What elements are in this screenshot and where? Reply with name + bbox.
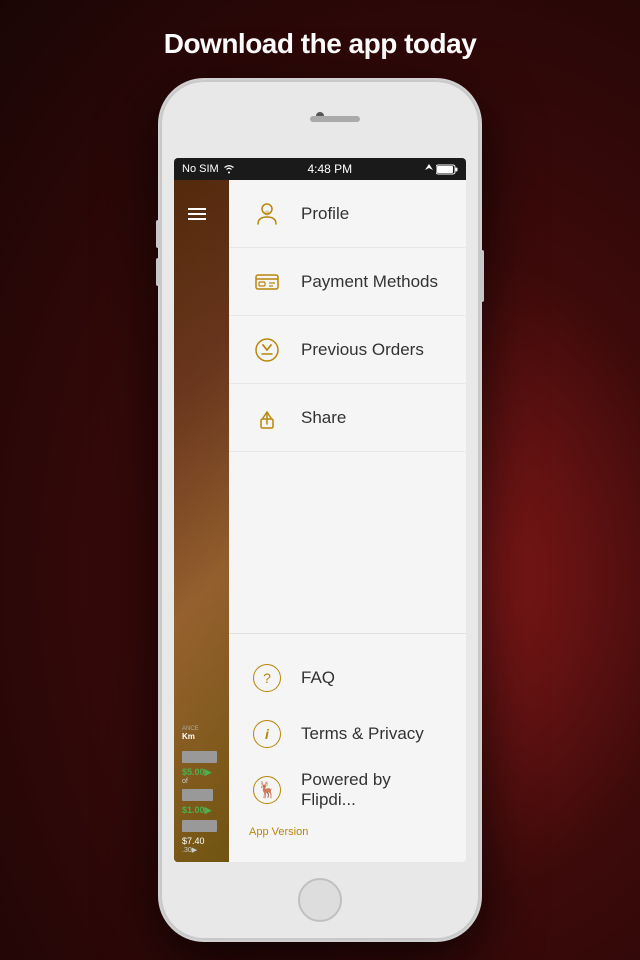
menu-item-powered[interactable]: 🦌 Powered by Flipdi... [229, 762, 466, 818]
left-sidebar: ANCE Km $5.00▶ of $1.00▶ $7.40 .30▶ [174, 180, 229, 862]
location-icon [425, 164, 433, 174]
price-2: $1.00▶ [182, 805, 221, 816]
status-left: No SIM [182, 163, 235, 175]
sidebar-bar-3 [182, 820, 217, 832]
price-3: $7.40 [182, 836, 221, 846]
orders-label: Previous Orders [301, 340, 424, 360]
status-right [425, 164, 458, 175]
terms-label: Terms & Privacy [301, 724, 424, 744]
profile-icon-container [249, 196, 285, 232]
power-button [480, 250, 484, 302]
app-version-label: App Version [249, 826, 308, 838]
volume-down-button [156, 258, 160, 286]
payment-label: Payment Methods [301, 272, 438, 292]
terms-icon: i [253, 720, 281, 748]
price-label-1: of [182, 778, 221, 785]
carrier-label: No SIM [182, 163, 219, 175]
terms-icon-container: i [249, 716, 285, 752]
app-version: App Version [229, 818, 466, 846]
sidebar-bottom-items: ANCE Km $5.00▶ of $1.00▶ $7.40 .30▶ [174, 718, 229, 862]
menu-item-orders[interactable]: Previous Orders [229, 316, 466, 384]
orders-icon-container [249, 332, 285, 368]
battery-icon [436, 164, 458, 175]
faq-icon: ? [253, 664, 281, 692]
distance-value: Km [182, 732, 221, 741]
menu-item-terms[interactable]: i Terms & Privacy [229, 706, 466, 762]
price-sub: .30▶ [182, 846, 221, 854]
menu-item-faq[interactable]: ? FAQ [229, 650, 466, 706]
flipdi-icon-container: 🦌 [249, 772, 285, 808]
price-1: $5.00▶ [182, 767, 221, 778]
app-content: ANCE Km $5.00▶ of $1.00▶ $7.40 .30▶ [174, 180, 466, 862]
profile-label: Profile [301, 204, 349, 224]
phone-speaker [310, 116, 360, 122]
volume-up-button [156, 220, 160, 248]
wifi-icon [223, 164, 235, 174]
phone-shell: No SIM 4:48 PM [160, 80, 480, 940]
menu-item-profile[interactable]: Profile [229, 180, 466, 248]
phone-screen: No SIM 4:48 PM [174, 158, 466, 862]
menu-item-payment[interactable]: Payment Methods [229, 248, 466, 316]
share-icon [253, 404, 281, 432]
main-menu-panel: Profile [229, 180, 466, 862]
faq-icon-container: ? [249, 660, 285, 696]
sidebar-bar-1 [182, 751, 217, 763]
phone-mockup: No SIM 4:48 PM [160, 80, 480, 940]
menu-item-share[interactable]: Share [229, 384, 466, 452]
faq-label: FAQ [301, 668, 335, 688]
share-icon-container [249, 400, 285, 436]
phone-home-button[interactable] [298, 878, 342, 922]
page-title: Download the app today [144, 0, 497, 80]
profile-icon [253, 200, 281, 228]
hamburger-button[interactable] [188, 208, 206, 220]
menu-items-top: Profile [229, 180, 466, 634]
sidebar-bar-2 [182, 789, 213, 801]
powered-label: Powered by Flipdi... [301, 770, 446, 810]
share-label: Share [301, 408, 346, 428]
payment-icon [253, 268, 281, 296]
menu-items-bottom: ? FAQ i Terms & Privacy [229, 634, 466, 862]
orders-icon [253, 336, 281, 364]
payment-icon-container [249, 264, 285, 300]
flipdi-icon: 🦌 [253, 776, 281, 804]
status-time: 4:48 PM [307, 162, 352, 176]
status-bar: No SIM 4:48 PM [174, 158, 466, 180]
